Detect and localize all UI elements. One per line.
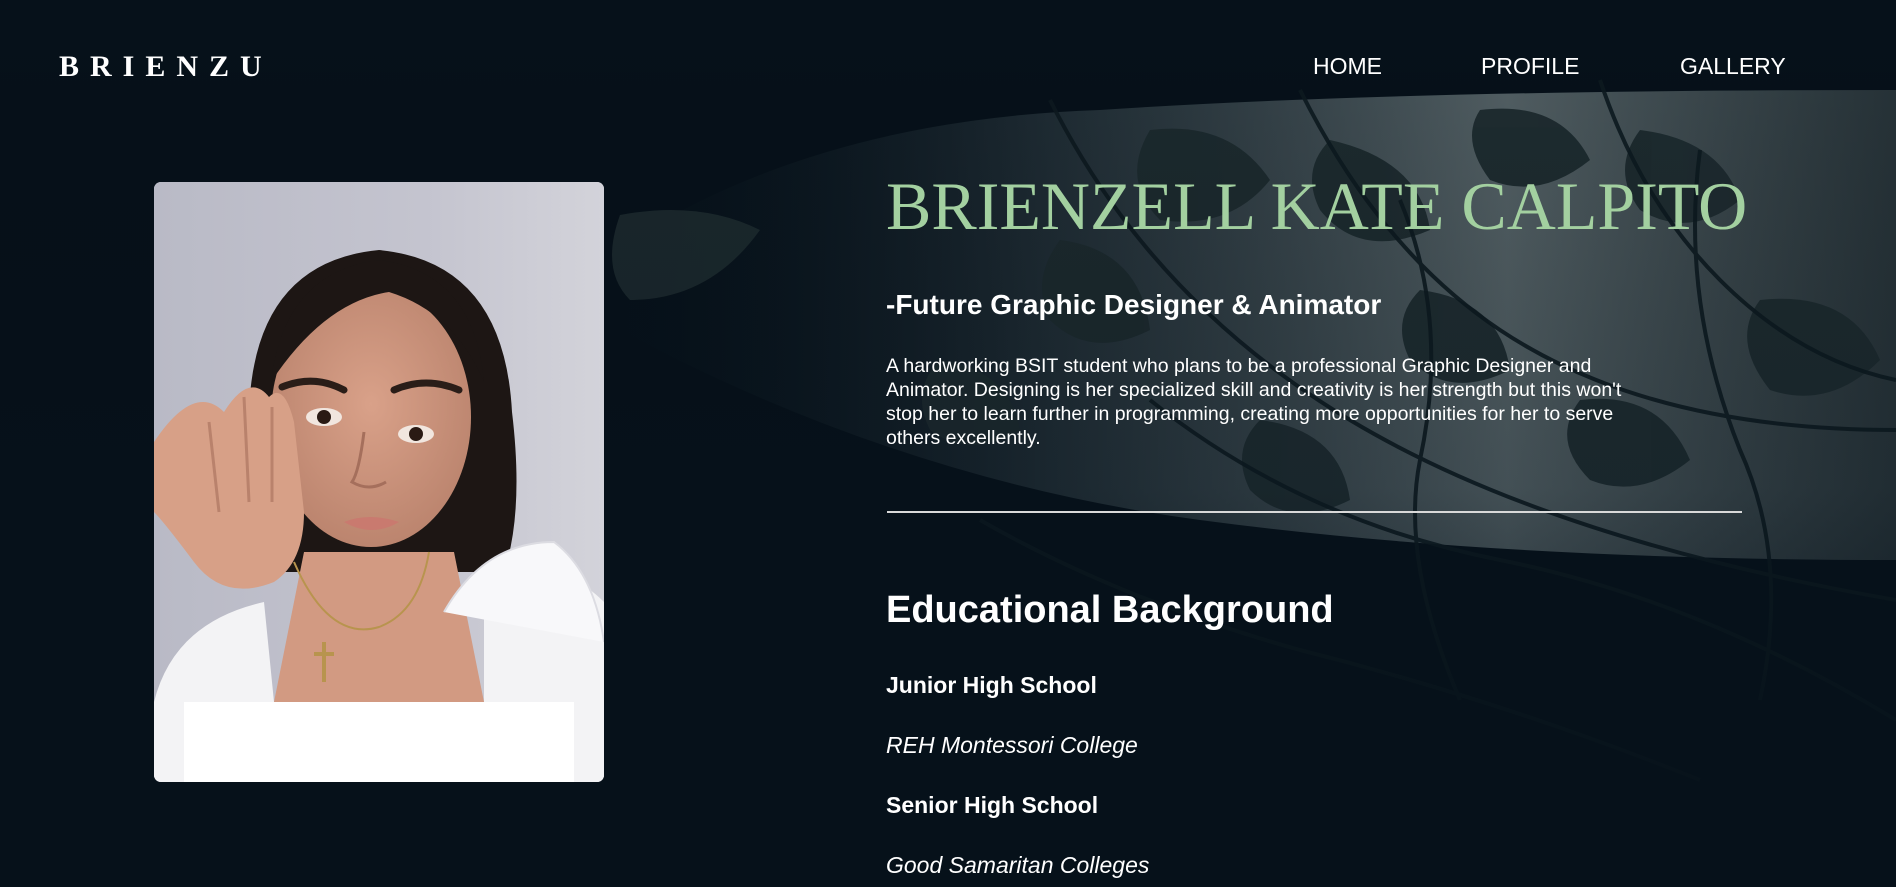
portrait-illustration bbox=[154, 182, 604, 782]
education-level: Senior High School bbox=[886, 792, 1099, 818]
profile-name: BRIENZELL KATE CALPITO bbox=[886, 168, 1748, 244]
profile-bio: A hardworking BSIT student who plans to … bbox=[886, 355, 1622, 449]
main-nav: HOME PROFILE GALLERY bbox=[0, 53, 1896, 83]
profile-photo bbox=[154, 182, 604, 782]
education-title: Educational Background bbox=[886, 589, 1334, 631]
section-divider bbox=[887, 511, 1742, 513]
education-school: REH Montessori College bbox=[886, 732, 1138, 758]
nav-home-link[interactable]: HOME bbox=[1313, 53, 1382, 80]
profile-page: BRIENZU HOME PROFILE GALLERY BRIENZELL K… bbox=[0, 0, 1896, 887]
nav-profile-link[interactable]: PROFILE bbox=[1481, 53, 1579, 80]
education-school: Good Samaritan Colleges bbox=[886, 852, 1150, 878]
profile-tagline: -Future Graphic Designer & Animator bbox=[886, 289, 1382, 320]
education-level: Junior High School bbox=[886, 672, 1097, 698]
nav-gallery-link[interactable]: GALLERY bbox=[1680, 53, 1786, 80]
